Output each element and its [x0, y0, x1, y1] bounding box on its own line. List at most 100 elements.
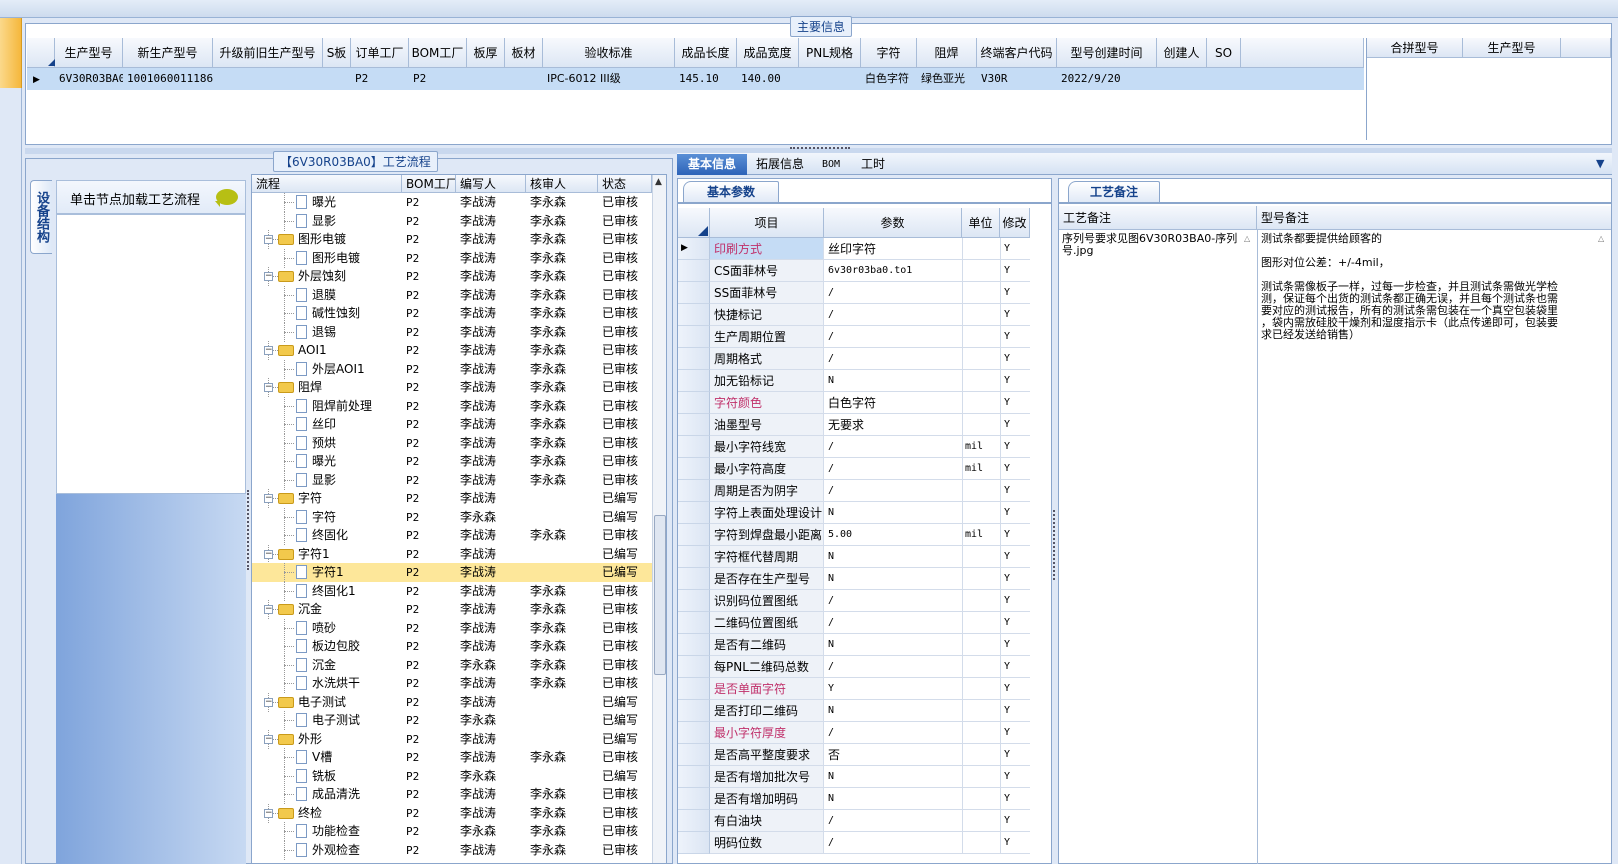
tab-work-hours[interactable]: 工时: [850, 154, 896, 175]
tree-row[interactable]: 阻焊前处理 P2 李战涛 李永森 已审核: [252, 396, 666, 416]
tree-node-name[interactable]: 沉金: [312, 656, 402, 675]
tree-node-name[interactable]: 预烘: [312, 434, 402, 453]
tree-col-header[interactable]: 核审人: [526, 175, 598, 193]
param-item-label[interactable]: 二维码位置图纸: [714, 612, 824, 634]
col-header[interactable]: 验收标准: [543, 38, 675, 68]
tree-col-header[interactable]: 流程: [252, 175, 402, 193]
tree-node-name[interactable]: 成品清洗: [312, 785, 402, 804]
param-item-label[interactable]: CS面菲林号: [714, 260, 824, 282]
tree-row[interactable]: 终固化1 P2 李战涛 李永森 已审核: [252, 581, 666, 601]
tree-node-name[interactable]: 终检: [298, 804, 402, 823]
param-row[interactable]: 快捷标记 / Y: [678, 304, 1040, 326]
scroll-up-arrow[interactable]: ▲: [655, 177, 662, 187]
param-value[interactable]: 白色字符: [828, 392, 960, 414]
tree-col-header[interactable]: 状态: [598, 175, 652, 193]
param-modify[interactable]: Y: [1004, 524, 1028, 546]
tree-node-name[interactable]: 沉金: [298, 600, 402, 619]
param-row[interactable]: 最小字符高度 / mil Y: [678, 458, 1040, 480]
param-item-label[interactable]: 最小字符厚度: [714, 722, 824, 744]
tree-row[interactable]: − AOI1 P2 李战涛 李永森 已审核: [252, 341, 666, 360]
param-modify[interactable]: Y: [1004, 700, 1028, 722]
tree-row[interactable]: 外层AOI1 P2 李战涛 李永森 已审核: [252, 359, 666, 379]
param-modify[interactable]: Y: [1004, 612, 1028, 634]
tree-node-name[interactable]: 水洗烘干: [312, 674, 402, 693]
col-header[interactable]: S板: [323, 38, 351, 68]
tree-node-name[interactable]: 显影: [312, 471, 402, 490]
side-tab-vertical[interactable]: 设备结构: [30, 180, 52, 254]
param-item-label[interactable]: 是否有增加批次号: [714, 766, 824, 788]
param-value[interactable]: /: [828, 348, 960, 370]
row-cell[interactable]: P2: [355, 68, 409, 90]
tree-row[interactable]: 丝印 P2 李战涛 李永森 已审核: [252, 415, 666, 434]
collapse-toggle[interactable]: −: [264, 272, 273, 281]
param-item-label[interactable]: 有白油块: [714, 810, 824, 832]
tree-node-name[interactable]: 功能检查: [312, 822, 402, 841]
tree-node-name[interactable]: 碱性蚀刻: [312, 304, 402, 323]
param-modify[interactable]: Y: [1004, 744, 1028, 766]
param-value[interactable]: 否: [828, 744, 960, 766]
col-header[interactable]: 型号创建时间: [1057, 38, 1157, 68]
row-cell[interactable]: 绿色亚光: [921, 68, 977, 90]
process-note-scroll-up[interactable]: △: [1244, 234, 1250, 243]
param-item-label[interactable]: 最小字符线宽: [714, 436, 824, 458]
param-value[interactable]: N: [828, 634, 960, 656]
row-cell[interactable]: 白色字符: [865, 68, 917, 90]
tree-row[interactable]: 图形电镀 P2 李战涛 李永森 已审核: [252, 248, 666, 268]
param-value[interactable]: /: [828, 832, 960, 854]
param-value[interactable]: /: [828, 612, 960, 634]
row-cell[interactable]: V30R: [981, 68, 1057, 90]
tree-node-name[interactable]: 字符1: [298, 545, 402, 564]
param-row[interactable]: 识别码位置图纸 / Y: [678, 590, 1040, 612]
tree-col-header[interactable]: 编写人: [456, 175, 526, 193]
tree-node-name[interactable]: 图形电镀: [312, 249, 402, 268]
param-modify[interactable]: Y: [1004, 656, 1028, 678]
param-modify[interactable]: Y: [1004, 282, 1028, 304]
col-header[interactable]: BOM工厂: [409, 38, 467, 68]
model-note-scroll-up[interactable]: △: [1598, 234, 1604, 243]
param-value[interactable]: /: [828, 480, 960, 502]
param-modify[interactable]: Y: [1004, 678, 1028, 700]
merge-model-header[interactable]: 合拼型号: [1367, 38, 1463, 58]
param-row[interactable]: 每PNL二维码总数 / Y: [678, 656, 1040, 678]
param-row[interactable]: 二维码位置图纸 / Y: [678, 612, 1040, 634]
tree-node-name[interactable]: 终固化1: [312, 582, 402, 601]
param-row[interactable]: 是否有增加批次号 N Y: [678, 766, 1040, 788]
tree-node-name[interactable]: 阻焊: [298, 378, 402, 397]
tree-node-name[interactable]: 外层AOI1: [312, 360, 402, 379]
params-col-header[interactable]: 项目: [710, 208, 824, 238]
collapse-toggle[interactable]: −: [264, 383, 273, 392]
col-header[interactable]: 成品宽度: [737, 38, 799, 68]
param-modify[interactable]: Y: [1004, 414, 1028, 436]
tree-node-name[interactable]: 电子测试: [312, 711, 402, 730]
splitter-grip[interactable]: [790, 147, 850, 152]
param-value[interactable]: N: [828, 766, 960, 788]
param-row[interactable]: 是否高平整度要求否 Y: [678, 744, 1040, 766]
scroll-thumb[interactable]: [654, 515, 666, 675]
param-row[interactable]: 加无铅标记 N Y: [678, 370, 1040, 392]
param-value[interactable]: 6v30r03ba0.to1: [828, 260, 960, 282]
collapse-toggle[interactable]: −: [264, 734, 273, 744]
param-modify[interactable]: Y: [1004, 788, 1028, 810]
param-modify[interactable]: Y: [1004, 304, 1028, 326]
row-cell[interactable]: 2022/9/20: [1061, 68, 1157, 90]
param-item-label[interactable]: 每PNL二维码总数: [714, 656, 824, 678]
col-header[interactable]: 板材: [505, 38, 543, 68]
param-row[interactable]: 字符上表面处理设计 N Y: [678, 502, 1040, 524]
notes-tab[interactable]: 工艺备注: [1068, 181, 1160, 203]
param-item-label[interactable]: 识别码位置图纸: [714, 590, 824, 612]
tree-row[interactable]: − 终检 P2 李战涛 李永森 已审核: [252, 803, 666, 823]
tree-row[interactable]: 外观检查 P2 李战涛 李永森 已审核: [252, 840, 666, 860]
tree-row[interactable]: 水洗烘干 P2 李战涛 李永森 已审核: [252, 674, 666, 693]
param-modify[interactable]: Y: [1004, 568, 1028, 590]
process-splitter-left[interactable]: [247, 490, 250, 570]
param-item-label[interactable]: 字符上表面处理设计: [714, 502, 824, 524]
param-modify[interactable]: Y: [1004, 546, 1028, 568]
tree-row[interactable]: 功能检查 P2 李永森 李永森 已审核: [252, 822, 666, 841]
tree-node-name[interactable]: V槽: [312, 748, 402, 767]
param-row[interactable]: 字符到焊盘最小距离 5.00 mil Y: [678, 524, 1040, 546]
param-value[interactable]: N: [828, 700, 960, 722]
tree-row[interactable]: 字符1 P2 李战涛 已编写: [252, 563, 652, 582]
param-modify[interactable]: Y: [1004, 810, 1028, 832]
param-modify[interactable]: Y: [1004, 590, 1028, 612]
param-item-label[interactable]: 是否存在生产型号: [714, 568, 824, 590]
